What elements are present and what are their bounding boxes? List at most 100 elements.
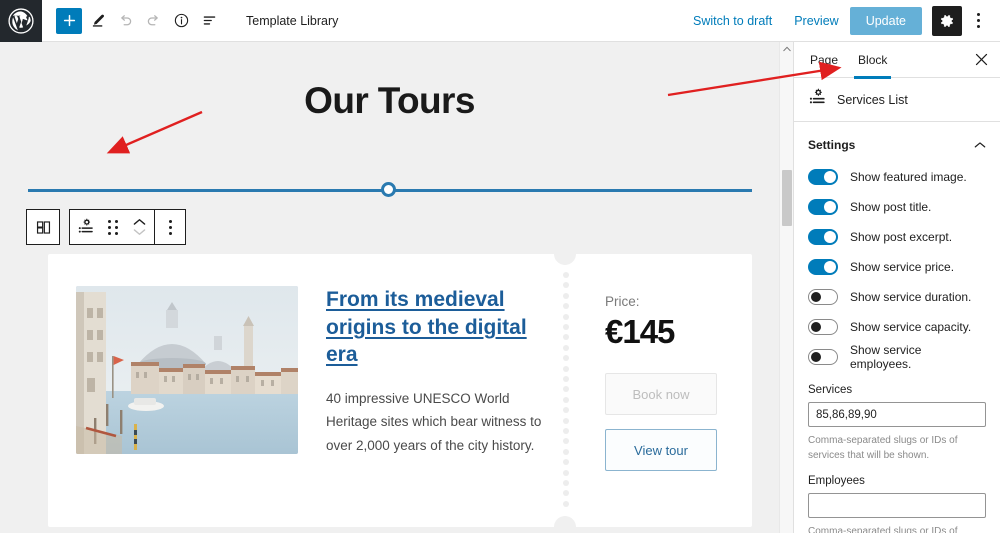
toggle-list: Show featured image. Show post title. Show… bbox=[794, 162, 1000, 372]
wordpress-logo-icon[interactable] bbox=[0, 0, 42, 42]
update-button[interactable]: Update bbox=[849, 6, 922, 35]
toggle-knob bbox=[811, 292, 821, 302]
perforation-dot bbox=[562, 376, 569, 382]
preview-button[interactable]: Preview bbox=[783, 14, 849, 28]
kebab-menu-icon[interactable] bbox=[966, 6, 990, 36]
perforation-dot bbox=[562, 334, 569, 341]
close-icon[interactable] bbox=[968, 47, 994, 73]
toggle-knob bbox=[824, 201, 836, 213]
toggle-label: Show post excerpt. bbox=[850, 230, 953, 244]
perforation-dot bbox=[562, 386, 569, 393]
view-tour-button[interactable]: View tour bbox=[605, 429, 717, 471]
price-label: Price: bbox=[605, 294, 640, 309]
book-now-button[interactable]: Book now bbox=[605, 373, 717, 415]
services-list-icon bbox=[808, 88, 827, 112]
blue-divider-slider-handle[interactable] bbox=[381, 182, 396, 197]
ticket-perforation bbox=[554, 254, 576, 527]
perforation-dot bbox=[562, 324, 569, 330]
undo-icon[interactable] bbox=[112, 8, 138, 34]
service-card-left: From its medieval origins to the digital… bbox=[48, 254, 565, 527]
perforation-dot bbox=[562, 272, 569, 278]
toggle-knob bbox=[824, 261, 836, 273]
service-excerpt: 40 impressive UNESCO World Heritage site… bbox=[326, 391, 542, 453]
toggle-switch-2[interactable] bbox=[808, 229, 838, 245]
toggle-knob bbox=[824, 171, 836, 183]
block-name-label: Services List bbox=[837, 92, 908, 107]
toggle-switch-6[interactable] bbox=[808, 349, 838, 365]
perforation-dot bbox=[562, 303, 569, 310]
tab-page[interactable]: Page bbox=[800, 42, 848, 78]
toggle-label: Show featured image. bbox=[850, 170, 967, 184]
field-input[interactable]: 85,86,89,90 bbox=[808, 402, 986, 427]
tab-block[interactable]: Block bbox=[848, 42, 897, 79]
toggle-label: Show post title. bbox=[850, 200, 932, 214]
scroll-up-arrow-icon[interactable] bbox=[780, 42, 794, 56]
perforation-dot bbox=[562, 459, 569, 466]
field-group: Services 85,86,89,90 Comma-separated slugs… bbox=[794, 384, 1000, 463]
list-view-icon[interactable] bbox=[196, 8, 222, 34]
settings-section-title: Settings bbox=[808, 138, 856, 152]
perforation-dot bbox=[562, 396, 569, 403]
field-list: Services 85,86,89,90 Comma-separated slugs… bbox=[794, 384, 1000, 533]
field-label: Services bbox=[808, 384, 853, 396]
top-bar-right-actions: Switch to draft Preview Update bbox=[682, 5, 1000, 36]
field-label: Employees bbox=[808, 475, 865, 487]
toggle-row[interactable]: Show post title. bbox=[794, 192, 1000, 222]
toggle-switch-4[interactable] bbox=[808, 289, 838, 305]
chevron-up-icon[interactable] bbox=[974, 136, 986, 154]
services-list-icon[interactable] bbox=[70, 209, 102, 245]
toggle-switch-0[interactable] bbox=[808, 169, 838, 185]
toggle-switch-1[interactable] bbox=[808, 199, 838, 215]
settings-section-header[interactable]: Settings bbox=[794, 128, 1000, 162]
field-help-text: Comma-separated slugs or IDs of employee… bbox=[808, 526, 958, 533]
scrollbar-thumb[interactable] bbox=[782, 170, 792, 226]
perforation-dot bbox=[562, 417, 569, 424]
editor-canvas[interactable]: Our Tours From its medieval origins to t… bbox=[0, 42, 779, 533]
service-card[interactable]: From its medieval origins to the digital… bbox=[48, 254, 752, 527]
info-icon[interactable] bbox=[168, 8, 194, 34]
toggle-switch-5[interactable] bbox=[808, 319, 838, 335]
gear-icon[interactable] bbox=[932, 5, 962, 36]
toggle-row[interactable]: Show service price. bbox=[794, 252, 1000, 282]
perforation-dot bbox=[562, 500, 569, 507]
toggle-row[interactable]: Show service duration. bbox=[794, 282, 1000, 312]
switch-to-draft-button[interactable]: Switch to draft bbox=[682, 14, 783, 28]
block-options-kebab-icon[interactable] bbox=[155, 209, 185, 245]
page-title[interactable]: Our Tours bbox=[0, 80, 779, 122]
toggle-row[interactable]: Show service employees. bbox=[794, 342, 1000, 372]
perforation-dot bbox=[562, 355, 569, 362]
toggle-row[interactable]: Show post excerpt. bbox=[794, 222, 1000, 252]
perforation-dot bbox=[562, 344, 569, 351]
editor-top-bar: Template Library Switch to draft Preview… bbox=[0, 0, 1000, 42]
toggle-row[interactable]: Show service capacity. bbox=[794, 312, 1000, 342]
perforation-dot bbox=[562, 282, 569, 289]
move-block-buttons[interactable] bbox=[124, 209, 154, 245]
chevron-down-icon bbox=[133, 229, 145, 235]
top-bar-left-tools bbox=[42, 7, 222, 34]
toggle-label: Show service price. bbox=[850, 260, 955, 274]
price-value: €145 bbox=[605, 313, 675, 350]
toggle-label: Show service duration. bbox=[850, 290, 972, 304]
block-controls-group bbox=[69, 209, 186, 245]
redo-icon[interactable] bbox=[140, 8, 166, 34]
toggle-label: Show service employees. bbox=[850, 343, 922, 371]
toggle-knob bbox=[811, 322, 821, 332]
columns-layout-icon[interactable] bbox=[26, 209, 60, 245]
toggle-row[interactable]: Show featured image. bbox=[794, 162, 1000, 192]
toggle-knob bbox=[824, 231, 836, 243]
drag-handle-icon[interactable] bbox=[102, 209, 124, 245]
featured-image[interactable] bbox=[76, 286, 298, 454]
toggle-switch-3[interactable] bbox=[808, 259, 838, 275]
perforation-dot bbox=[562, 438, 569, 445]
perforation-dot bbox=[562, 407, 569, 414]
canvas-scrollbar[interactable] bbox=[779, 42, 793, 533]
field-input[interactable] bbox=[808, 493, 986, 518]
selected-block-header: Services List bbox=[794, 78, 1000, 122]
pencil-icon[interactable] bbox=[84, 8, 110, 34]
settings-sidebar: Page Block Services List Settings Show f… bbox=[793, 42, 1000, 533]
service-title[interactable]: From its medieval origins to the digital… bbox=[326, 286, 555, 369]
block-toolbar[interactable] bbox=[26, 209, 186, 245]
perforation-dot bbox=[562, 448, 569, 455]
perforation-dot bbox=[562, 292, 569, 299]
add-block-button[interactable] bbox=[56, 7, 82, 34]
